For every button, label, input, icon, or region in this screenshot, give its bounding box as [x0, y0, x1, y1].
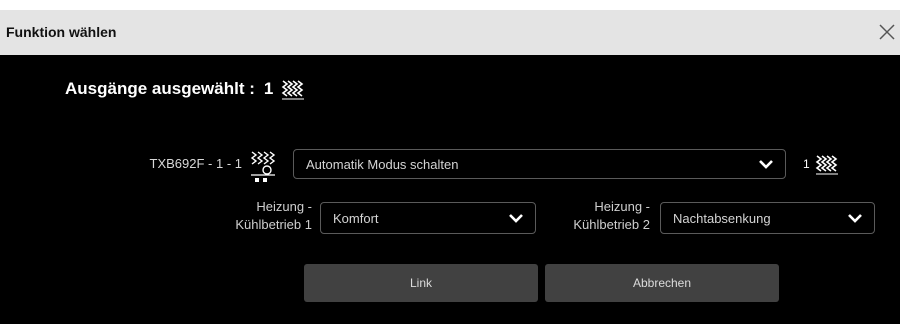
device-label: TXB692F - 1 - 1: [149, 156, 242, 171]
close-icon[interactable]: [876, 21, 898, 43]
heating-cooling-2-value: Nachtabsenkung: [673, 210, 771, 226]
output-count-value: 1: [803, 157, 810, 171]
heating-cooling-1-select[interactable]: Komfort: [320, 202, 536, 234]
dialog-title: Funktion wählen: [6, 24, 117, 40]
heating-cooling-1-label: Heizung - Kühlbetrieb 1: [235, 199, 312, 232]
link-button[interactable]: Link: [304, 264, 538, 302]
chevron-down-icon: [848, 214, 862, 223]
heating-cooling-1-value: Komfort: [333, 210, 379, 226]
heating-sensor-icon: [250, 151, 276, 182]
heating-cooling-2-select[interactable]: Nachtabsenkung: [660, 202, 875, 234]
heating-cooling-2-label: Heizung - Kühlbetrieb 2: [573, 199, 650, 232]
chevron-down-icon: [759, 160, 773, 169]
dialog-titlebar: Funktion wählen: [0, 10, 900, 55]
function-select-value: Automatik Modus schalten: [306, 156, 459, 172]
cancel-button[interactable]: Abbrechen: [545, 264, 779, 302]
heating-wave-icon: [282, 80, 305, 100]
chevron-down-icon: [509, 214, 523, 223]
selected-outputs-label: Ausgänge ausgewählt :: [65, 79, 255, 98]
output-count: 1: [803, 153, 841, 175]
selected-outputs: Ausgänge ausgewählt : 1: [65, 78, 307, 100]
heating-wave-icon: [815, 155, 838, 175]
selected-outputs-count: 1: [263, 79, 274, 98]
function-select[interactable]: Automatik Modus schalten: [293, 149, 786, 179]
